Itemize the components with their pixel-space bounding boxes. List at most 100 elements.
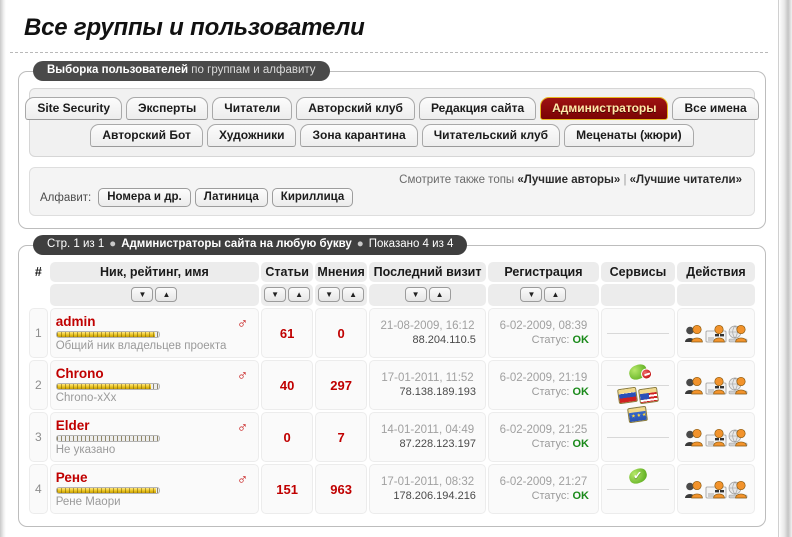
registration-cell: 6-02-2009, 21:27 Статус: OK	[487, 464, 599, 514]
group-tab-1-2[interactable]: Зона карантина	[300, 124, 418, 147]
leaf-blocked-icon[interactable]	[627, 362, 654, 382]
group-tab-1-1[interactable]: Художники	[206, 124, 297, 147]
user-nick-link[interactable]: Elder	[56, 418, 253, 433]
last-visit-ip: 178.206.194.216	[393, 490, 476, 502]
articles-count: 0	[261, 412, 314, 462]
group-tab-1-3[interactable]: Читательский клуб	[421, 124, 561, 147]
group-tab-0-0[interactable]: Site Security	[25, 97, 123, 120]
group-tab-0-4[interactable]: Редакция сайта	[418, 97, 537, 120]
user-realname: Рене Маори	[55, 495, 121, 508]
services-inner	[606, 313, 669, 353]
sort-asc-icon-articles[interactable]: ▲	[288, 286, 311, 302]
user-nick-link[interactable]: Chrono	[56, 366, 253, 381]
group-tabs-box: Site Security Эксперты Читатели Авторский к…	[25, 88, 759, 157]
last-visit-cell: 14-01-2011, 04:49 87.228.123.197	[369, 412, 486, 462]
link-best-readers[interactable]: «Лучшие читатели»	[630, 174, 742, 186]
last-visit-cell: 17-01-2011, 08:32 178.206.194.216	[369, 464, 486, 514]
globe-icon[interactable]	[727, 323, 749, 343]
services-top	[607, 313, 669, 333]
leaf-ok-icon[interactable]: ✓	[627, 466, 649, 486]
sort-desc-icon-registration[interactable]: ▼	[520, 286, 543, 302]
opinions-count: 297	[315, 360, 368, 410]
link-best-authors[interactable]: «Лучшие авторы»	[517, 174, 620, 186]
alphabet-button-2[interactable]: Кириллица	[271, 188, 354, 207]
globe-icon[interactable]	[727, 479, 749, 499]
group-tab-0-1[interactable]: Эксперты	[126, 97, 209, 120]
message-icon[interactable]	[705, 427, 727, 447]
registration-date: 6-02-2009, 21:25	[499, 424, 588, 436]
see-also-prefix: Смотрите также топы	[399, 174, 518, 186]
sort-desc-icon-opinions[interactable]: ▼	[318, 286, 341, 302]
col-sort-opinions: ▼ ▲	[315, 284, 368, 306]
services-inner	[606, 417, 669, 457]
users-table: # Ник, рейтинг, имя Статьи Мнения Последний …	[27, 260, 757, 516]
user-cell: admin ♂ Общий ник владельцев проекта	[49, 308, 260, 358]
services-cards	[607, 438, 669, 457]
table-sort-row: ▼ ▲ ▼ ▲ ▼ ▲ ▼ ▲ ▼ ▲	[29, 284, 755, 306]
user-cell: Chrono ♂ Chrono-xXx	[49, 360, 260, 410]
sort-asc-icon-opinions[interactable]: ▲	[342, 286, 365, 302]
actions-cell	[676, 464, 755, 514]
sort-asc-icon-user[interactable]: ▲	[155, 286, 178, 302]
profile-icon[interactable]	[683, 479, 705, 499]
last-visit-ip: 78.138.189.193	[399, 386, 476, 398]
profile-icon[interactable]	[683, 375, 705, 395]
user-cell: Рене ♂ Рене Маори	[49, 464, 260, 514]
group-tab-0-5[interactable]: Администраторы	[540, 97, 669, 120]
message-icon[interactable]	[705, 479, 727, 499]
rating-bar	[55, 486, 160, 494]
see-also-line: Смотрите также топы «Лучшие авторы» | «Л…	[40, 174, 744, 188]
gender-male-icon: ♂	[236, 471, 249, 488]
services-top	[607, 362, 669, 385]
group-tab-1-0[interactable]: Авторский Бот	[90, 124, 203, 147]
status-value: OK	[572, 386, 589, 398]
user-realname: Chrono-xXx	[55, 391, 117, 404]
legend-dot-1: ●	[109, 238, 117, 250]
sort-desc-icon-articles[interactable]: ▼	[264, 286, 287, 302]
message-icon[interactable]	[705, 375, 727, 395]
articles-count: 40	[261, 360, 314, 410]
alphabet-row: Алфавит: Номера и др. Латиница Кириллица	[40, 188, 744, 207]
last-visit-ip: 87.228.123.197	[399, 438, 476, 450]
last-visit-cell: 17-01-2011, 11:52 78.138.189.193	[369, 360, 486, 410]
services-cards	[607, 334, 669, 353]
action-icons	[683, 480, 749, 499]
message-icon[interactable]	[705, 323, 727, 343]
col-sort-actions	[676, 284, 755, 306]
row-number: 2	[29, 360, 48, 410]
sort-asc-icon-last_visit[interactable]: ▲	[428, 286, 451, 302]
users-table-head: # Ник, рейтинг, имя Статьи Мнения Последний …	[29, 262, 755, 306]
users-table-panel: Стр. 1 из 1 ● Администраторы сайта на любу…	[18, 235, 766, 527]
sort-asc-icon-registration[interactable]: ▲	[544, 286, 567, 302]
actions-cell	[676, 412, 755, 462]
user-nick-link[interactable]: Рене	[56, 470, 253, 485]
card-eu[interactable]	[627, 406, 649, 424]
profile-icon[interactable]	[683, 427, 705, 447]
card-ru[interactable]	[617, 387, 638, 405]
alphabet-button-0[interactable]: Номера и др.	[98, 188, 191, 207]
sort-desc-icon-user[interactable]: ▼	[131, 286, 154, 302]
group-tab-0-6[interactable]: Все имена	[672, 97, 759, 120]
page-content: Все группы и пользователи Выборка пользо…	[6, 0, 778, 537]
globe-icon[interactable]	[727, 375, 749, 395]
profile-icon[interactable]	[683, 323, 705, 343]
services-cell	[600, 360, 675, 424]
col-header-registration: Регистрация	[487, 262, 599, 282]
col-sort-registration: ▼ ▲	[487, 284, 599, 306]
group-tab-1-4[interactable]: Меценаты (жюри)	[564, 124, 694, 147]
registration-status: Статус: OK	[494, 385, 593, 399]
group-tab-0-2[interactable]: Читатели	[212, 97, 293, 120]
last-visit-date: 17-01-2011, 11:52	[381, 372, 474, 384]
user-nick-link[interactable]: admin	[56, 314, 253, 329]
shown-count: Показано 4 из 4	[368, 238, 454, 250]
alphabet-button-1[interactable]: Латиница	[194, 188, 268, 207]
status-label: Статус:	[531, 438, 570, 450]
globe-icon[interactable]	[727, 427, 749, 447]
col-header-articles: Статьи	[261, 262, 314, 282]
sort-desc-icon-last_visit[interactable]: ▼	[404, 286, 427, 302]
card-us[interactable]	[638, 387, 659, 405]
gender-male-icon: ♂	[236, 367, 249, 384]
group-tab-0-3[interactable]: Авторский клуб	[296, 97, 415, 120]
rating-bar	[55, 330, 160, 338]
browser-scrollbar[interactable]	[778, 0, 792, 537]
